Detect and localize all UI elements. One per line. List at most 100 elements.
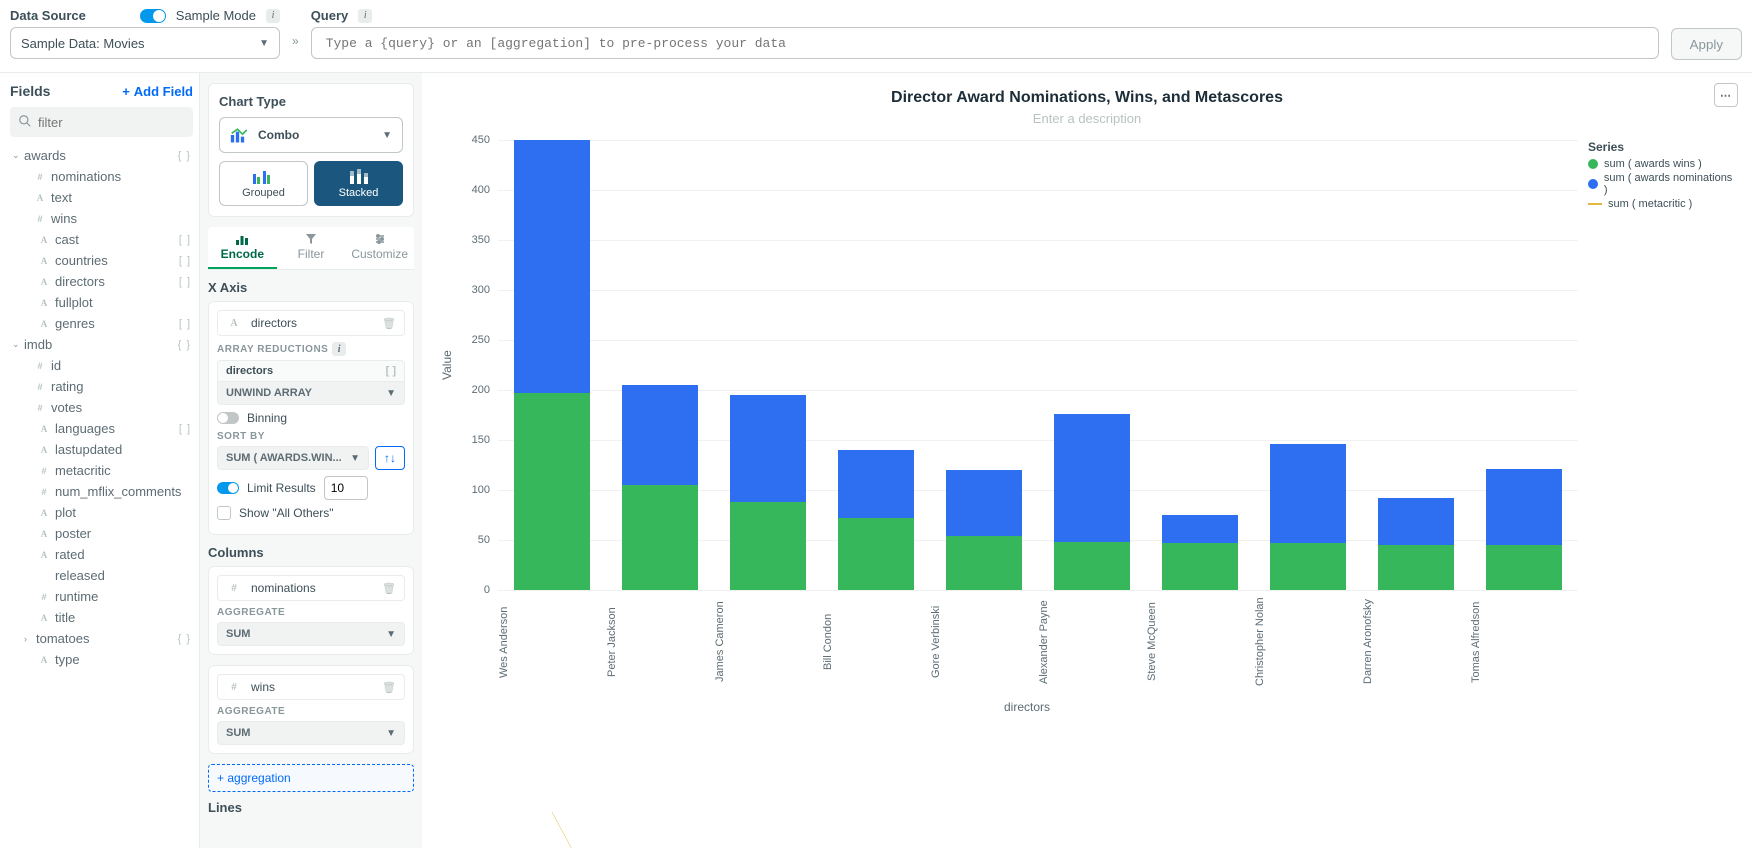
chart-menu-button[interactable]: ⋯ <box>1714 83 1738 107</box>
bar[interactable] <box>1038 140 1146 590</box>
column-field[interactable]: nominations 🗑 <box>217 575 405 601</box>
field-row[interactable]: text <box>10 187 193 208</box>
sample-mode-toggle[interactable] <box>140 9 166 23</box>
grouped-label: Grouped <box>242 187 285 199</box>
field-row[interactable]: ›tomatoes{ } <box>10 628 193 649</box>
field-row[interactable]: languages[ ] <box>10 418 193 439</box>
bar[interactable] <box>498 140 606 590</box>
field-name: awards <box>24 148 66 163</box>
bar[interactable] <box>1146 140 1254 590</box>
column-field[interactable]: wins 🗑 <box>217 674 405 700</box>
info-icon[interactable]: i <box>332 342 346 356</box>
number-type-icon <box>32 380 48 394</box>
expand-icon[interactable]: » <box>292 8 299 48</box>
bar[interactable] <box>1362 140 1470 590</box>
aggregate-select[interactable]: SUM ▼ <box>217 622 405 646</box>
data-source-select[interactable]: Sample Data: Movies ▼ <box>10 27 280 59</box>
info-icon[interactable]: i <box>266 9 280 23</box>
y-tick: 400 <box>472 184 490 196</box>
object-icon: { } <box>178 633 191 645</box>
limit-input[interactable] <box>324 476 368 500</box>
tab-customize[interactable]: Customize <box>345 227 414 269</box>
chart-type-select[interactable]: Combo ▼ <box>219 117 403 153</box>
tab-encode[interactable]: Encode <box>208 227 277 269</box>
field-name: wins <box>51 211 77 226</box>
field-row[interactable]: directors[ ] <box>10 271 193 292</box>
field-name: released <box>55 568 105 583</box>
field-row[interactable]: lastupdated <box>10 439 193 460</box>
field-row[interactable]: cast[ ] <box>10 229 193 250</box>
field-row[interactable]: ⌄awards{ } <box>10 145 193 166</box>
trash-icon[interactable]: 🗑 <box>382 317 396 330</box>
trash-icon[interactable]: 🗑 <box>382 681 396 694</box>
bar[interactable] <box>1470 140 1578 590</box>
field-row[interactable]: ⌄imdb{ } <box>10 334 193 355</box>
field-name: plot <box>55 505 76 520</box>
field-row[interactable]: num_mflix_comments <box>10 481 193 502</box>
xaxis-field[interactable]: directors 🗑 <box>217 310 405 336</box>
bar[interactable] <box>822 140 930 590</box>
array-reductions-label: ARRAY REDUCTIONS <box>217 344 328 355</box>
tab-filter[interactable]: Filter <box>277 227 346 269</box>
text-type-icon <box>36 548 52 562</box>
text-type-icon <box>226 316 242 330</box>
add-field-button[interactable]: + Add Field <box>122 84 193 99</box>
stacked-button[interactable]: Stacked <box>314 161 403 206</box>
info-icon[interactable]: i <box>358 9 372 23</box>
field-row[interactable]: runtime <box>10 586 193 607</box>
field-row[interactable]: wins <box>10 208 193 229</box>
grouped-button[interactable]: Grouped <box>219 161 308 206</box>
field-name: type <box>55 652 80 667</box>
field-row[interactable]: type <box>10 649 193 670</box>
config-panel: Chart Type Combo ▼ Grouped Stacked <box>200 73 422 848</box>
bar[interactable] <box>930 140 1038 590</box>
aggregate-select[interactable]: SUM ▼ <box>217 721 405 745</box>
field-row[interactable]: poster <box>10 523 193 544</box>
field-row[interactable]: genres[ ] <box>10 313 193 334</box>
sort-by-select[interactable]: SUM ( AWARDS.WIN... ▼ <box>217 446 369 470</box>
chart-title[interactable]: Director Award Nominations, Wins, and Me… <box>436 89 1738 107</box>
sample-mode-label: Sample Mode <box>176 8 256 23</box>
field-row[interactable]: rated <box>10 544 193 565</box>
field-row[interactable]: title <box>10 607 193 628</box>
fields-filter-input[interactable] <box>10 107 193 137</box>
binning-toggle[interactable] <box>217 412 239 424</box>
field-row[interactable]: rating <box>10 376 193 397</box>
legend-swatch-wins <box>1588 159 1598 169</box>
apply-button[interactable]: Apply <box>1671 28 1742 60</box>
field-name: lastupdated <box>55 442 122 457</box>
data-source-label: Data Source <box>10 8 86 23</box>
field-row[interactable]: nominations <box>10 166 193 187</box>
text-type-icon <box>36 254 52 268</box>
chart-type-label: Chart Type <box>219 94 403 109</box>
bar[interactable] <box>606 140 714 590</box>
tab-encode-label: Encode <box>221 247 264 261</box>
number-type-icon <box>226 581 242 595</box>
number-type-icon <box>36 485 52 499</box>
legend-label: sum ( awards wins ) <box>1604 158 1702 170</box>
field-row[interactable]: votes <box>10 397 193 418</box>
bar[interactable] <box>1254 140 1362 590</box>
chart-description[interactable]: Enter a description <box>436 111 1738 126</box>
sort-direction-button[interactable]: ↑↓ <box>375 446 405 470</box>
x-tick: James Cameron <box>714 590 822 700</box>
y-tick: 300 <box>472 284 490 296</box>
field-row[interactable]: id <box>10 355 193 376</box>
unwind-select[interactable]: UNWIND ARRAY ▼ <box>217 382 405 405</box>
limit-results-toggle[interactable] <box>217 482 239 494</box>
x-tick: Steve McQueen <box>1146 590 1254 700</box>
stacked-label: Stacked <box>339 187 379 199</box>
chevron-down-icon: ▼ <box>350 453 360 464</box>
field-row[interactable]: plot <box>10 502 193 523</box>
trash-icon[interactable]: 🗑 <box>382 582 396 595</box>
add-aggregation-button[interactable]: + aggregation <box>208 764 414 792</box>
field-row[interactable]: metacritic <box>10 460 193 481</box>
number-type-icon <box>32 401 48 415</box>
field-row[interactable]: countries[ ] <box>10 250 193 271</box>
field-name: fullplot <box>55 295 93 310</box>
query-input[interactable] <box>311 27 1659 59</box>
field-row[interactable]: fullplot <box>10 292 193 313</box>
bar[interactable] <box>714 140 822 590</box>
field-row[interactable]: released <box>10 565 193 586</box>
show-others-checkbox[interactable] <box>217 506 231 520</box>
